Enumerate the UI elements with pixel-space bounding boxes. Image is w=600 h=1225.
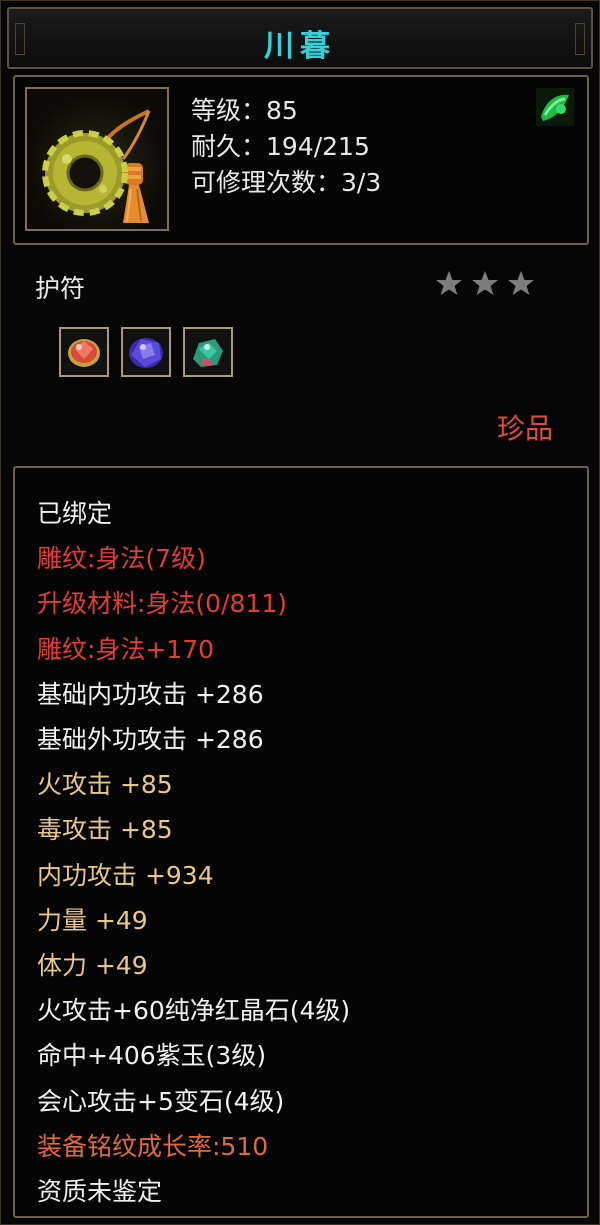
attribute-line: 内功攻击 +934 xyxy=(37,860,214,890)
item-category: 护符 xyxy=(35,274,86,303)
star-icon xyxy=(472,271,498,295)
star-icon xyxy=(436,271,462,295)
attribute-line: 力量 +49 xyxy=(37,905,148,935)
attribute-line: 体力 +49 xyxy=(37,951,148,980)
item-durability: 耐久：194/215 xyxy=(191,132,370,161)
purple-jade-gem-icon[interactable] xyxy=(121,327,171,377)
item-tooltip: 川暮 等级：85 耐久：194/215 可修理次数：3/3 护符 珍品 已绑定 … xyxy=(0,0,600,1225)
attribute-line: 升级材料:身法(0/811) xyxy=(37,589,287,619)
attributes-panel: 已绑定雕纹:身法(7级) 升级材料:身法(0/811) 雕纹:身法+170 基础内功攻… xyxy=(13,466,589,1218)
item-repair-count: 可修理次数：3/3 xyxy=(191,168,382,197)
attribute-line: 命中+406紫玉(3级) xyxy=(37,1041,267,1071)
attribute-line: 火攻击+60纯净红晶石(4级) xyxy=(37,996,351,1026)
star-rating xyxy=(433,267,543,303)
variable-stone-gem-icon[interactable] xyxy=(183,327,233,377)
attribute-line: 基础外功攻击 +286 xyxy=(37,725,264,754)
attribute-line: 雕纹:身法+170 xyxy=(37,634,215,664)
attribute-line: 毒攻击 +85 xyxy=(37,815,173,845)
attribute-line: 雕纹:身法(7级) xyxy=(37,544,206,574)
green-jade-icon xyxy=(535,87,575,127)
star-icon xyxy=(508,271,534,295)
amulet-icon xyxy=(25,87,169,231)
item-info-panel: 等级：85 耐久：194/215 可修理次数：3/3 xyxy=(13,75,589,245)
item-level: 等级：85 xyxy=(191,96,298,125)
attribute-line: 火攻击 +85 xyxy=(37,770,173,800)
attribute-line: 装备铭纹成长率:510 xyxy=(37,1131,269,1161)
attribute-line: 会心攻击+5变石(4级) xyxy=(37,1086,285,1116)
attribute-line: 已绑定 xyxy=(37,499,113,528)
attribute-line: 基础内功攻击 +286 xyxy=(37,679,264,709)
red-crystal-gem-icon[interactable] xyxy=(59,327,109,377)
rarity-label: 珍品 xyxy=(496,412,553,445)
attribute-line: 资质未鉴定 xyxy=(37,1177,163,1206)
title-bar: 川暮 xyxy=(7,7,593,69)
item-name: 川暮 xyxy=(264,29,336,64)
